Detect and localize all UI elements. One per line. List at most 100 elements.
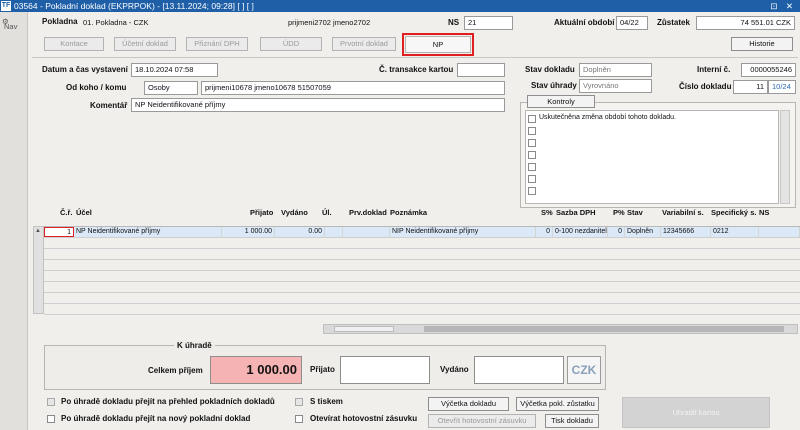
- col-header-ns: NS: [759, 208, 770, 217]
- col-header-cr: Č.ř.: [60, 208, 73, 217]
- kontroly-checkbox-2[interactable]: [528, 127, 536, 135]
- cell-prv[interactable]: [343, 227, 390, 237]
- col-header-s: S%: [541, 208, 553, 217]
- stav-dokladu-field: Doplněn: [579, 63, 652, 77]
- transakce-field[interactable]: [457, 63, 505, 77]
- interni-field: 0000055246: [741, 63, 796, 77]
- udd-button[interactable]: ÚDD: [260, 37, 322, 51]
- scrollbar-thumb[interactable]: [334, 326, 394, 332]
- prijato-label: Přijato: [310, 365, 335, 374]
- opt1-checkbox[interactable]: [47, 398, 55, 406]
- table-row-empty[interactable]: [44, 249, 800, 260]
- cislo-field: 11: [733, 80, 768, 94]
- prijato-field[interactable]: [340, 356, 430, 384]
- row-selector-column[interactable]: ▲: [33, 226, 44, 314]
- tisk-checkbox[interactable]: [295, 398, 303, 406]
- osoba-field[interactable]: prijmeni10678 jmeno10678 51507059: [201, 81, 505, 95]
- stav-uhrady-field: Vyrovnáno: [579, 79, 652, 93]
- cell-vydano[interactable]: 0.00: [275, 227, 325, 237]
- pokladna-label: Pokladna: [42, 17, 78, 26]
- vydano-label: Vydáno: [440, 365, 469, 374]
- opt2-label: Po úhradě dokladu přejít na nový pokladn…: [61, 414, 251, 423]
- zustatek-field: 74 551.01 CZK: [696, 16, 795, 30]
- items-grid: 1 NP Neidentifikované příjmy 1 000.00 0.…: [44, 226, 800, 315]
- kontroly-list: Uskutečněna změna období tohoto dokladu.: [525, 110, 779, 204]
- table-row-empty[interactable]: [44, 238, 800, 249]
- app-logo-icon: TF: [1, 1, 11, 11]
- window-controls[interactable]: ⊡ ✕: [770, 0, 796, 12]
- col-header-ucel: Účel: [76, 208, 92, 217]
- grid-h-scrollbar[interactable]: [323, 324, 798, 334]
- historie-button[interactable]: Historie: [731, 37, 793, 51]
- cell-ul[interactable]: [325, 227, 343, 237]
- kontroly-checkbox-4[interactable]: [528, 151, 536, 159]
- table-row-empty[interactable]: [44, 293, 800, 304]
- celkem-field: 1 000.00: [210, 356, 302, 384]
- opt2-checkbox[interactable]: [47, 415, 55, 423]
- zustatek-label: Zůstatek: [657, 18, 690, 27]
- cell-vs[interactable]: 12345666: [661, 227, 711, 237]
- table-row-empty[interactable]: [44, 260, 800, 271]
- table-row-empty[interactable]: [44, 304, 800, 315]
- obdobi-field[interactable]: 04/22: [616, 16, 648, 30]
- col-header-prijato: Přijato: [250, 208, 274, 217]
- nav-toggle[interactable]: ⚙ Nav: [2, 17, 17, 31]
- ns-field[interactable]: 21: [464, 16, 513, 30]
- vycetka-zustatku-button[interactable]: Výčetka pokl. zůstatku: [516, 397, 599, 411]
- osoba-type-field[interactable]: Osoby: [144, 81, 198, 95]
- tab-kontroly[interactable]: Kontroly: [527, 95, 595, 108]
- kontroly-checkbox-7[interactable]: [528, 187, 536, 195]
- row-pointer-icon: ▲: [35, 228, 41, 234]
- cell-s[interactable]: 0: [536, 227, 553, 237]
- cell-cr[interactable]: 1: [44, 227, 74, 237]
- cell-ns[interactable]: [759, 227, 800, 237]
- col-header-vydano: Vydáno: [281, 208, 308, 217]
- cell-sazba[interactable]: 0-100 nezdanitel: [553, 227, 608, 237]
- col-header-poznamka: Poznámka: [390, 208, 428, 217]
- prvotni-doklad-button[interactable]: Prvotní doklad: [332, 37, 396, 51]
- table-row-empty[interactable]: [44, 282, 800, 293]
- komentar-field[interactable]: NP Neidentifikované příjmy: [131, 98, 505, 112]
- transakce-label: Č. transakce kartou: [379, 65, 454, 74]
- table-row-empty[interactable]: [44, 271, 800, 282]
- col-header-p: P%: [613, 208, 625, 217]
- kontroly-item-1: Uskutečněna změna období tohoto dokladu.: [539, 114, 676, 121]
- priznani-dph-button[interactable]: Přiznání DPH: [186, 37, 248, 51]
- title-bar: TF 03564 - Pokladní doklad (EKPRPOK) - […: [0, 0, 800, 12]
- cell-p[interactable]: 0: [608, 227, 625, 237]
- col-header-ul: Úl.: [322, 208, 332, 217]
- obdobi-label: Aktuální období: [554, 18, 615, 27]
- window-title: 03564 - Pokladní doklad (EKPRPOK) - [13.…: [14, 1, 254, 11]
- cell-ucel[interactable]: NP Neidentifikované příjmy: [74, 227, 222, 237]
- vycetka-dokladu-button[interactable]: Výčetka dokladu: [428, 397, 509, 411]
- col-header-vs: Variabilní s.: [662, 208, 704, 217]
- kontroly-checkbox-1[interactable]: [528, 115, 536, 123]
- kontroly-scrollbar[interactable]: [780, 110, 790, 204]
- vydano-field[interactable]: [474, 356, 564, 384]
- ucetni-doklad-button[interactable]: Účetní doklad: [114, 37, 176, 51]
- left-nav: ⚙ Nav: [0, 12, 28, 430]
- cell-prijato[interactable]: 1 000.00: [222, 227, 275, 237]
- datum-field[interactable]: 18.10.2024 07:58: [131, 63, 218, 77]
- separator: [32, 57, 798, 58]
- zasuvka-checkbox[interactable]: [295, 415, 303, 423]
- kontroly-checkbox-5[interactable]: [528, 163, 536, 171]
- tisk-dokladu-button[interactable]: Tisk dokladu: [545, 414, 599, 428]
- col-header-stav: Stav: [627, 208, 643, 217]
- pokladna-value: 01. Pokladna - CZK: [83, 18, 149, 27]
- ns-label: NS: [448, 18, 460, 27]
- cell-poznamka[interactable]: NIP Neidentifikované příjmy: [390, 227, 536, 237]
- kontroly-checkbox-6[interactable]: [528, 175, 536, 183]
- cell-ss[interactable]: 0212: [711, 227, 759, 237]
- cell-stav[interactable]: Doplněn: [625, 227, 661, 237]
- kontroly-checkbox-3[interactable]: [528, 139, 536, 147]
- od-koho-label: Od koho / komu: [66, 83, 127, 92]
- col-header-ss: Specifický s.: [711, 208, 757, 217]
- currency-button[interactable]: CZK: [567, 356, 601, 384]
- scrollbar-track-thumb[interactable]: [424, 326, 784, 332]
- otevrit-zasuvku-button[interactable]: Otevřít hotovostní zásuvku: [428, 414, 536, 428]
- kontace-button[interactable]: Kontace: [44, 37, 104, 51]
- uhradit-kartou-button[interactable]: Uhradit kartou: [622, 397, 770, 428]
- np-button[interactable]: NP: [402, 33, 474, 56]
- table-row[interactable]: 1 NP Neidentifikované příjmy 1 000.00 0.…: [44, 227, 800, 238]
